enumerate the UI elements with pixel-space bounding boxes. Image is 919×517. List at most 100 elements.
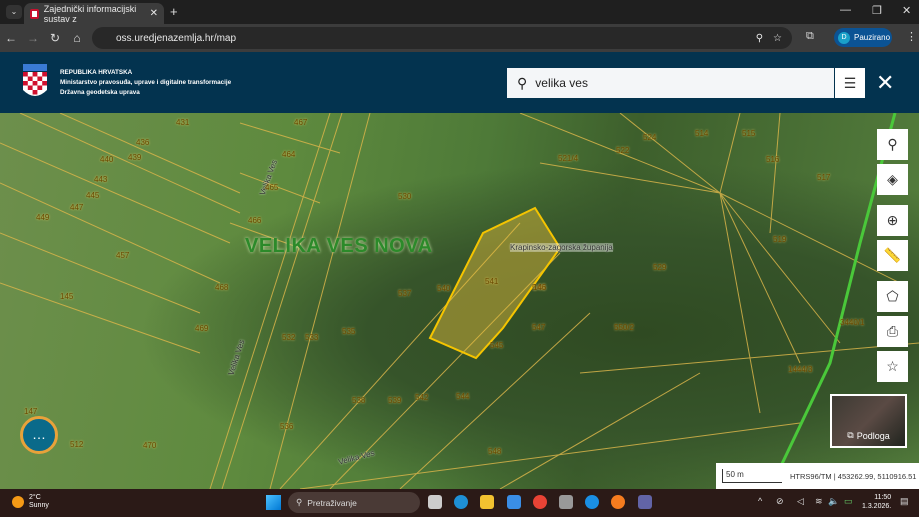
map-canvas[interactable]: VELIKA VES NOVA Krapinsko-zagorska župan… (0, 113, 919, 489)
zoom-search-button[interactable]: ⊕ (877, 205, 908, 236)
close-search-button[interactable]: ✕ (876, 68, 894, 98)
parcel-label: 3440/1 (840, 318, 865, 327)
village-label: VELIKA VES NOVA (245, 235, 433, 257)
taskbar-search[interactable]: ⚲ Pretraživanje (288, 492, 420, 513)
parcel-label: 470 (143, 441, 157, 450)
profile-button[interactable]: D Pauzirano (834, 28, 892, 47)
battery-icon[interactable]: ▭ (844, 496, 853, 507)
profile-label: Pauzirano (854, 33, 891, 42)
new-tab-button[interactable]: + (170, 4, 178, 19)
file-explorer-icon[interactable] (480, 495, 494, 509)
parcel-label: 457 (116, 251, 130, 260)
parcel-label: 145 (60, 292, 74, 301)
map-pin-icon: ⚲ (887, 136, 898, 152)
restore-button[interactable]: ❐ (872, 4, 882, 17)
chat-bubble-icon: … (32, 426, 46, 442)
print-button[interactable]: ⎙ (877, 316, 908, 347)
app-icon[interactable] (559, 495, 573, 509)
back-button[interactable]: ← (0, 31, 22, 45)
org-line-2: Ministarstvo pravosuđa, uprave i digital… (60, 79, 232, 86)
search-filter-button[interactable]: ☰ (835, 68, 865, 98)
parcel-label: 519 (773, 235, 787, 244)
parcel-label: 443 (94, 175, 108, 184)
parcel-label: 538 (352, 396, 366, 405)
parcel-label: 439 (128, 153, 142, 162)
parcel-label: 548 (488, 447, 502, 456)
map-status-bar: 50 m HTRS96/TM | 453262.99, 5110916.51 (716, 463, 919, 489)
tray-app-icon[interactable]: ⊘ (776, 496, 784, 507)
basemap-label: Podloga (856, 431, 890, 441)
search-input[interactable]: ⚲ velika ves (507, 68, 834, 98)
edge-icon[interactable] (454, 495, 468, 509)
close-window-button[interactable]: ✕ (902, 4, 911, 17)
close-tab-icon[interactable]: ✕ (150, 8, 158, 19)
organization-name: REPUBLIKA HRVATSKA Ministarstvo pravosuđ… (60, 68, 231, 98)
time: 11:50 (874, 494, 892, 501)
ruler-icon: 📏 (883, 247, 902, 263)
layers-icon: ◈ (887, 171, 898, 187)
cadastral-parcel-lines (0, 113, 919, 489)
parcel-label: 542 (415, 393, 429, 402)
parcel-label: 440 (100, 155, 114, 164)
parcel-label: 147 (24, 407, 38, 416)
parcel-label: 540 (437, 284, 451, 293)
extensions-icon[interactable]: ⧉ (806, 30, 814, 43)
bookmark-star-icon[interactable]: ☆ (773, 33, 782, 44)
browser-tab[interactable]: Zajednički informacijski sustav z ✕ (24, 3, 164, 24)
teams-icon[interactable] (638, 495, 652, 509)
volume-icon[interactable]: 🔈 (828, 496, 839, 507)
parcel-label: 445 (86, 191, 100, 200)
parcel-label: 517 (817, 173, 831, 182)
parcel-label: 524 (643, 133, 657, 142)
parcel-label: 469 (195, 324, 209, 333)
forward-button[interactable]: → (22, 31, 44, 45)
url-text: oss.uredjenazemlja.hr/map (116, 32, 237, 44)
parcel-label: 547 (532, 323, 546, 332)
location-icon[interactable]: ⚲ (756, 33, 763, 44)
tab-search-button[interactable]: ⌄ (6, 5, 22, 19)
parcel-label: 465 (265, 183, 279, 192)
date: 1.3.2026. (862, 503, 892, 510)
url-field[interactable]: oss.uredjenazemlja.hr/map ⚲ ☆ (92, 27, 792, 49)
parcel-label: 521/4 (558, 154, 579, 163)
map-toolbar: ⚲ ◈ ⊕ 📏 ⬠ ⎙ ☆ (877, 129, 908, 386)
weather-widget[interactable]: 2°C Sunny (12, 494, 49, 510)
reload-button[interactable]: ↻ (44, 31, 66, 45)
minimize-button[interactable]: — (840, 4, 851, 16)
task-view-icon[interactable] (428, 495, 442, 509)
wifi-icon[interactable]: ≋ (815, 496, 823, 507)
firefox-icon[interactable] (611, 495, 625, 509)
parcel-label: 468 (215, 283, 229, 292)
notifications-icon[interactable]: ▤ (900, 496, 909, 507)
org-line-3: Državna geodetska uprava (60, 89, 140, 96)
basemap-switcher-button[interactable]: ⧉ Podloga (830, 394, 907, 448)
weather-condition: Sunny (29, 502, 49, 509)
tab-title: Zajednički informacijski sustav z (43, 3, 137, 24)
temperature: 2°C (29, 494, 41, 501)
location-pin-button[interactable]: ⚲ (877, 129, 908, 160)
address-bar-row: ← → ↻ ⌂ oss.uredjenazemlja.hr/map ⚲ ☆ ⧉ … (0, 24, 919, 52)
parcel-label: 515 (742, 129, 756, 138)
parcel-label: 512 (70, 440, 84, 449)
layers-button[interactable]: ◈ (877, 164, 908, 195)
draw-area-button[interactable]: ⬠ (877, 281, 908, 312)
coordinates-readout: HTRS96/TM | 453262.99, 5110916.51 (790, 471, 917, 481)
home-button[interactable]: ⌂ (66, 31, 88, 45)
chrome-icon[interactable] (533, 495, 547, 509)
clock[interactable]: 11:50 1.3.2026. (862, 493, 891, 511)
skype-icon[interactable] (585, 495, 599, 509)
parcel-label: 146 (533, 283, 547, 292)
parcel-label: 535 (342, 327, 356, 336)
measure-button[interactable]: 📏 (877, 240, 908, 271)
start-button[interactable] (266, 495, 281, 510)
parcel-label: 464 (282, 150, 296, 159)
mail-icon[interactable] (507, 495, 521, 509)
printer-icon: ⎙ (886, 323, 899, 339)
location-tray-icon[interactable]: ◁ (797, 496, 804, 507)
browser-menu-icon[interactable]: ⋮ (906, 30, 917, 43)
chat-button[interactable]: … (20, 416, 58, 454)
parcel-label: 514 (695, 129, 709, 138)
favorites-button[interactable]: ☆ (877, 351, 908, 382)
parcel-label: 544 (456, 392, 470, 401)
tray-overflow-icon[interactable]: ^ (758, 496, 762, 506)
